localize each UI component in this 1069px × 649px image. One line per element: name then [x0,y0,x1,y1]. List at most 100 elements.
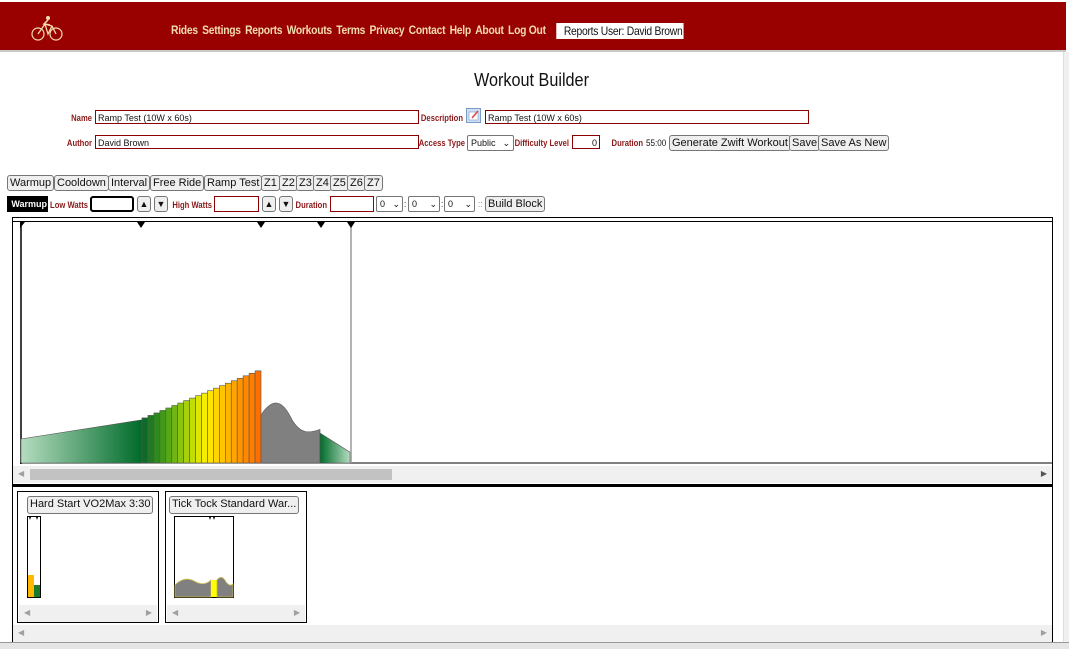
edit-note-icon[interactable] [466,108,481,123]
chevron-down-icon: ⌄ [429,199,437,209]
nav-contact[interactable]: Contact [409,23,446,39]
scroll-right-icon[interactable]: ▶ [294,608,300,617]
card-scrollbar[interactable]: ◀ ▶ [167,605,305,622]
nav-help[interactable]: Help [450,23,472,39]
block-marker-icon [347,222,355,228]
scroll-left-icon[interactable]: ◀ [18,469,24,478]
selected-block-type-label: Warmup [11,199,47,209]
warmup-block [20,419,143,464]
freeride-block [260,402,321,464]
ramp-step-bar [207,390,214,464]
save-as-new-button[interactable]: Save As New [818,135,890,151]
scroll-right-icon[interactable]: ▶ [1041,469,1047,478]
cooldown-block [319,432,351,464]
user-badge: Reports User: David Brown [556,23,684,39]
ramp-step-bar [242,375,250,464]
ramp-step-bar [153,412,161,464]
library-card-preview [174,516,234,598]
nav-workouts[interactable]: Workouts [287,23,333,39]
generate-zwift-workout-button[interactable]: Generate Zwift Workout [669,135,791,151]
library-horizontal-scrollbar[interactable]: ◀ ▶ [13,625,1052,642]
library-card-title-button[interactable]: Tick Tock Standard War... [169,496,300,514]
workout-library: Hard Start VO2Max 3:30 ◀ ▶ Tick Tock Sta… [12,485,1053,642]
nav-terms[interactable]: Terms [336,23,365,39]
block-interval-button[interactable]: Interval [108,175,151,191]
top-navigation-bar: Rides Settings Reports Workouts Terms Pr… [0,2,1066,52]
description-input[interactable]: Ramp Test (10W x 60s) [485,110,809,124]
low-watts-label: Low Watts [50,200,88,210]
low-watts-input[interactable] [90,196,134,212]
access-type-select[interactable]: Public ⌄ [467,135,514,151]
library-card-title-button[interactable]: Hard Start VO2Max 3:30 [27,496,154,514]
author-input[interactable]: David Brown [95,135,419,149]
duration-value: 55:00 [646,138,667,148]
block-marker-icon [317,222,325,228]
nav-rides[interactable]: Rides [171,23,198,39]
workout-chart-container: ◀ ▶ [12,217,1053,485]
main-nav: Rides Settings Reports Workouts Terms Pr… [171,23,684,39]
high-watts-label: High Watts [172,200,212,210]
nav-settings[interactable]: Settings [202,23,241,39]
seconds-value: 0 [448,199,454,209]
chart-horizontal-scrollbar[interactable]: ◀ ▶ [13,466,1052,483]
ramp-step-bar [236,377,244,464]
ramp-step-bar [183,400,190,464]
minutes-select[interactable]: 0 ⌄ [408,196,440,212]
ramp-step-bar [213,387,220,464]
hours-select[interactable]: 0 ⌄ [376,196,403,212]
chevron-down-icon: ⌄ [464,199,472,209]
nav-about[interactable]: About [475,23,504,39]
time-separator: : [441,199,444,209]
separator: :: [478,199,483,209]
seconds-select[interactable]: 0 ⌄ [444,196,475,212]
ramp-step-bar [219,385,226,464]
builder-duration-label: Duration [295,200,327,210]
triangle-up-icon: ▲ [139,199,149,209]
block-free-ride-button[interactable]: Free Ride [150,175,205,191]
page-title: Workout Builder [474,70,589,90]
triangle-down-icon: ▼ [281,199,291,209]
scroll-left-icon[interactable]: ◀ [172,608,178,617]
description-label: Description [420,113,463,123]
builder-duration-input[interactable] [330,196,374,212]
low-watts-up-button[interactable]: ▲ [137,196,151,212]
block-warmup-button[interactable]: Warmup [7,175,55,191]
scrollbar-thumb[interactable] [30,469,392,480]
difficulty-input[interactable]: 0 [572,135,600,149]
name-input[interactable]: Ramp Test (10W x 60s) [95,110,419,124]
ramp-step-bar [159,410,167,464]
block-ramp-test-button[interactable]: Ramp Test [204,175,263,191]
block-z1-button[interactable]: Z1 [261,175,280,191]
low-watts-down-button[interactable]: ▼ [154,196,168,212]
nav-log-out[interactable]: Log Out [508,23,546,39]
scroll-right-icon[interactable]: ▶ [1041,628,1047,637]
scroll-left-icon[interactable]: ◀ [18,628,24,637]
cyclist-icon[interactable] [30,14,64,42]
block-cooldown-button[interactable]: Cooldown [54,175,109,191]
high-watts-up-button[interactable]: ▲ [262,196,276,212]
nav-privacy[interactable]: Privacy [369,23,404,39]
page-vertical-scrollbar[interactable] [1063,52,1069,648]
triangle-down-icon: ▼ [156,199,166,209]
block-marker-icon [137,222,145,228]
chevron-down-icon: ⌄ [392,199,400,209]
nav-reports[interactable]: Reports [245,23,282,39]
library-card[interactable]: Hard Start VO2Max 3:30 ◀ ▶ [17,491,159,623]
ramp-step-bar [147,415,155,464]
triangle-up-icon: ▲ [264,199,274,209]
scroll-right-icon[interactable]: ▶ [146,608,152,617]
block-z7-button[interactable]: Z7 [364,175,383,191]
save-button[interactable]: Save [789,135,821,151]
time-separator: : [404,199,407,209]
high-watts-input[interactable] [214,196,259,212]
card-scrollbar[interactable]: ◀ ▶ [19,605,157,622]
ramp-step-bar [201,392,208,464]
scroll-left-icon[interactable]: ◀ [24,608,30,617]
ramp-step-bar [230,380,238,464]
build-block-button[interactable]: Build Block [485,196,546,212]
library-card[interactable]: Tick Tock Standard War... ◀ ▶ [165,491,307,623]
hours-value: 0 [380,199,386,209]
name-label: Name [71,113,92,123]
workout-chart[interactable] [20,222,1052,464]
ramp-step-bar [177,402,184,464]
